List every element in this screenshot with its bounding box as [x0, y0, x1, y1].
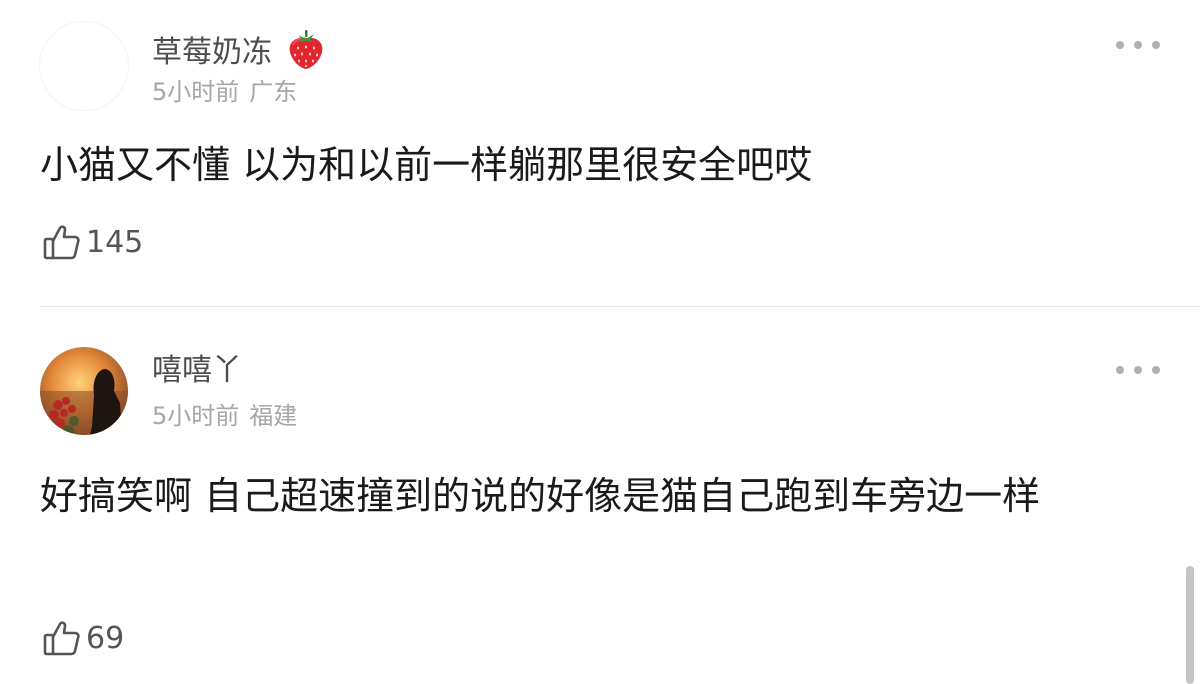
comment-meta: 5小时前 广东: [152, 80, 297, 104]
comment-location: 广东: [249, 78, 298, 106]
more-dots-icon[interactable]: [1116, 364, 1160, 376]
avatar[interactable]: [40, 347, 128, 435]
like-button[interactable]: 69: [42, 618, 124, 658]
thumbs-up-icon[interactable]: [42, 618, 82, 658]
username[interactable]: 草莓奶冻: [152, 35, 272, 70]
comment-location: 福建: [249, 402, 298, 430]
comment-text: 好搞笑啊 自己超速撞到的说的好像是猫自己跑到车旁边一样: [40, 474, 1041, 518]
comment-item: 嘻嘻丫 5小时前 福建 好搞笑啊 自己超速撞到的说的好像是猫自己跑到车旁边一样 6…: [0, 307, 1200, 684]
like-count: 145: [86, 224, 144, 260]
username[interactable]: 嘻嘻丫: [152, 356, 242, 386]
strawberry-icon: [286, 28, 326, 76]
comment-meta: 5小时前 福建: [152, 404, 297, 428]
username-row[interactable]: 草莓奶冻: [152, 28, 326, 76]
comment-time: 5小时前: [152, 402, 240, 430]
comment-text: 小猫又不懂 以为和以前一样躺那里很安全吧哎: [40, 143, 813, 187]
thumbs-up-icon[interactable]: [42, 222, 82, 262]
avatar[interactable]: [40, 22, 128, 110]
like-count: 69: [86, 620, 125, 656]
comment-item: 草莓奶冻 5小时前 广东 小猫又不懂 以为和以前一样躺那里很安全吧哎 145: [0, 0, 1200, 306]
like-button[interactable]: 145: [42, 222, 143, 262]
scrollbar[interactable]: [1186, 566, 1194, 684]
more-dots-icon[interactable]: [1116, 39, 1160, 51]
comment-time: 5小时前: [152, 78, 240, 106]
